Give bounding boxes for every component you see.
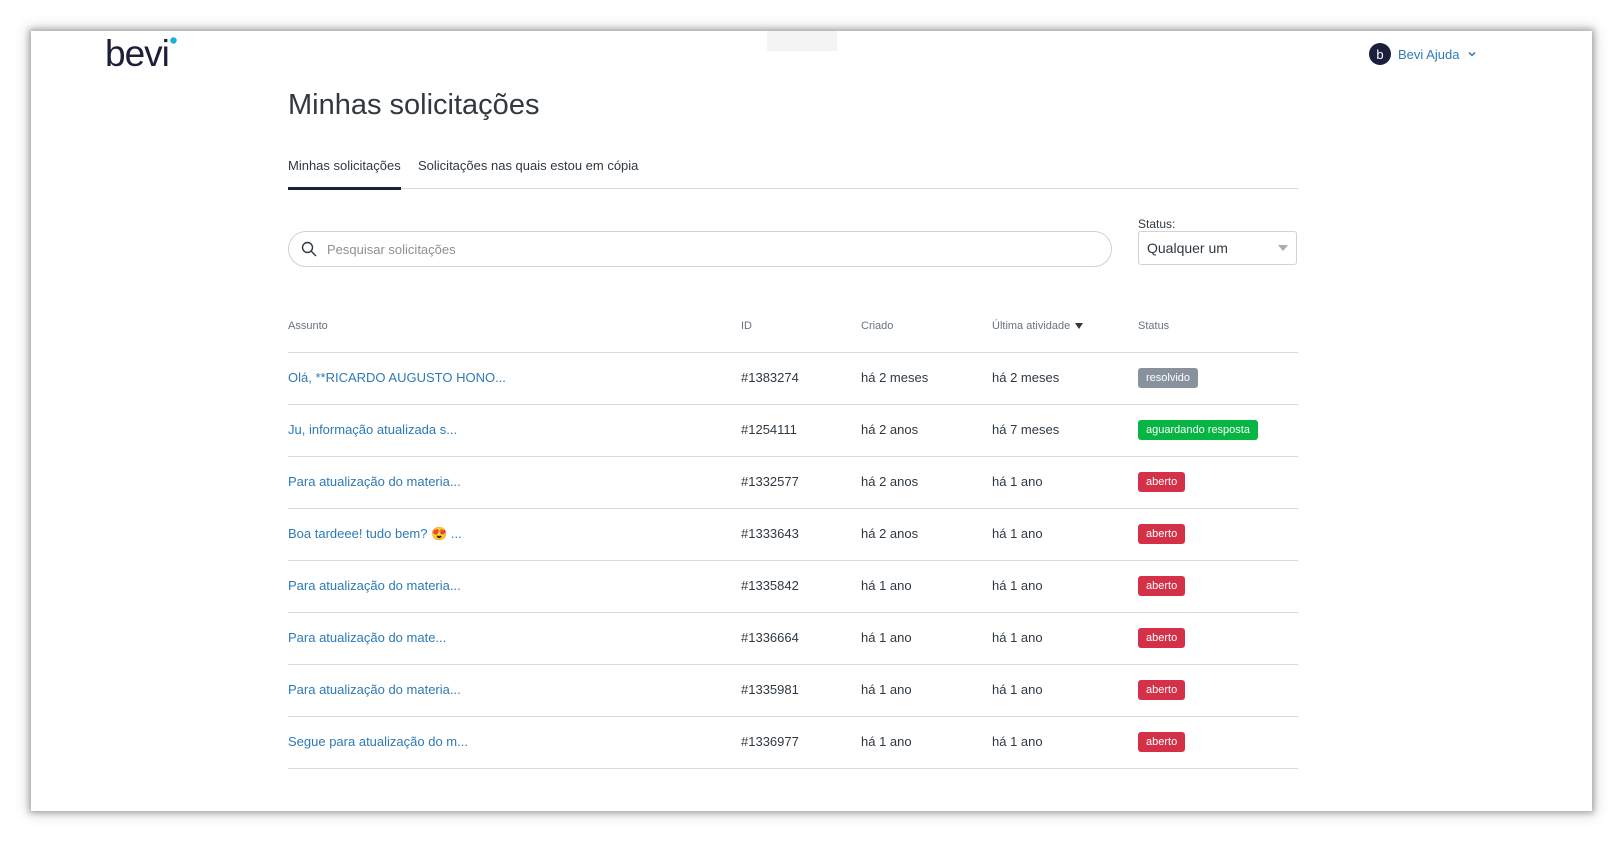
request-id: #1335981 <box>741 682 799 697</box>
request-id: #1332577 <box>741 474 799 489</box>
request-last-activity: há 1 ano <box>992 630 1043 645</box>
request-subject-link[interactable]: Boa tardeee! tudo bem? 😍 ... <box>288 526 462 542</box>
request-subject-link[interactable]: Ju, informação atualizada s... <box>288 422 457 437</box>
top-tab-handle <box>767 31 837 51</box>
request-created: há 2 meses <box>861 370 929 385</box>
chevron-down-icon[interactable] <box>1467 49 1477 59</box>
request-subject-link[interactable]: Segue para atualização do m... <box>288 734 468 749</box>
request-id: #1254111 <box>741 422 797 437</box>
request-id: #1335842 <box>741 578 799 593</box>
request-subject-link[interactable]: Para atualização do materia... <box>288 474 461 489</box>
request-last-activity: há 1 ano <box>992 734 1043 749</box>
status-badge: resolvido <box>1138 368 1199 388</box>
request-created: há 1 ano <box>861 682 912 697</box>
status-filter-label: Status: <box>1138 217 1176 231</box>
table-row: Para atualização do mate... #1336664 há … <box>288 613 1298 665</box>
request-created: há 2 anos <box>861 526 919 541</box>
request-id: #1333643 <box>741 526 799 541</box>
caret-down-icon <box>1278 245 1288 251</box>
request-last-activity: há 1 ano <box>992 682 1043 697</box>
table-row: Para atualização do materia... #1335981 … <box>288 665 1298 717</box>
logo-text: bevi <box>105 34 169 74</box>
request-created: há 1 ano <box>861 630 912 645</box>
status-badge: aberto <box>1138 732 1186 752</box>
request-created: há 1 ano <box>861 734 912 749</box>
status-filter-value: Qualquer um <box>1147 240 1228 256</box>
logo-dot <box>170 37 177 44</box>
table-row: Para atualização do materia... #1335842 … <box>288 561 1298 613</box>
status-filter-select[interactable]: Qualquer um <box>1138 231 1297 265</box>
status-badge: aberto <box>1138 628 1186 648</box>
request-last-activity: há 1 ano <box>992 578 1043 593</box>
status-badge: aberto <box>1138 680 1186 700</box>
tab-bar: Minhas solicitações Solicitações nas qua… <box>288 151 1298 190</box>
status-badge: aberto <box>1138 576 1186 596</box>
page-title: Minhas solicitações <box>288 89 540 121</box>
request-subject-link[interactable]: Olá, **RICARDO AUGUSTO HONO... <box>288 370 506 385</box>
request-id: #1336977 <box>741 734 799 749</box>
requests-table: Assunto ID Criado Última atividade Statu… <box>288 301 1298 769</box>
search-input[interactable] <box>325 233 1089 265</box>
request-created: há 2 anos <box>861 422 919 437</box>
table-row: Boa tardeee! tudo bem? 😍 ... #1333643 há… <box>288 509 1298 561</box>
request-last-activity: há 1 ano <box>992 526 1043 541</box>
request-last-activity: há 1 ano <box>992 474 1043 489</box>
table-header: Assunto ID Criado Última atividade Statu… <box>288 301 1298 353</box>
table-row: Olá, **RICARDO AUGUSTO HONO... #1383274 … <box>288 353 1298 405</box>
column-header-id[interactable]: ID <box>741 320 752 332</box>
search-icon <box>301 241 317 257</box>
user-name[interactable]: Bevi Ajuda <box>1398 47 1459 62</box>
column-header-status[interactable]: Status <box>1138 320 1169 332</box>
table-row: Ju, informação atualizada s... #1254111 … <box>288 405 1298 457</box>
request-last-activity: há 7 meses <box>992 422 1060 437</box>
tab-cc-requests[interactable]: Solicitações nas quais estou em cópia <box>418 151 638 187</box>
sort-desc-icon <box>1075 323 1084 329</box>
status-badge: aberto <box>1138 524 1186 544</box>
app-window: bevi b Bevi Ajuda Minhas solicitações Mi… <box>31 31 1592 811</box>
request-subject-link[interactable]: Para atualização do materia... <box>288 682 461 697</box>
request-id: #1383274 <box>741 370 799 385</box>
request-subject-link[interactable]: Para atualização do materia... <box>288 578 461 593</box>
request-last-activity: há 2 meses <box>992 370 1060 385</box>
search-box[interactable] <box>288 231 1112 267</box>
table-row: Para atualização do materia... #1332577 … <box>288 457 1298 509</box>
avatar[interactable]: b <box>1369 43 1391 65</box>
avatar-initial: b <box>1376 46 1384 62</box>
tab-my-requests[interactable]: Minhas solicitações <box>288 151 401 190</box>
table-row: Segue para atualização do m... #1336977 … <box>288 717 1298 769</box>
column-header-subject[interactable]: Assunto <box>288 320 328 332</box>
user-menu[interactable]: b Bevi Ajuda <box>1369 42 1477 66</box>
request-created: há 1 ano <box>861 578 912 593</box>
status-badge: aberto <box>1138 472 1186 492</box>
request-created: há 2 anos <box>861 474 919 489</box>
bevi-logo[interactable]: bevi <box>105 34 185 74</box>
request-id: #1336664 <box>741 630 799 645</box>
column-header-last-activity-label: Última atividade <box>992 320 1071 332</box>
request-subject-link[interactable]: Para atualização do mate... <box>288 630 446 645</box>
status-badge: aguardando resposta <box>1138 420 1258 440</box>
column-header-created[interactable]: Criado <box>861 320 893 332</box>
column-header-last-activity[interactable]: Última atividade <box>992 320 1084 332</box>
